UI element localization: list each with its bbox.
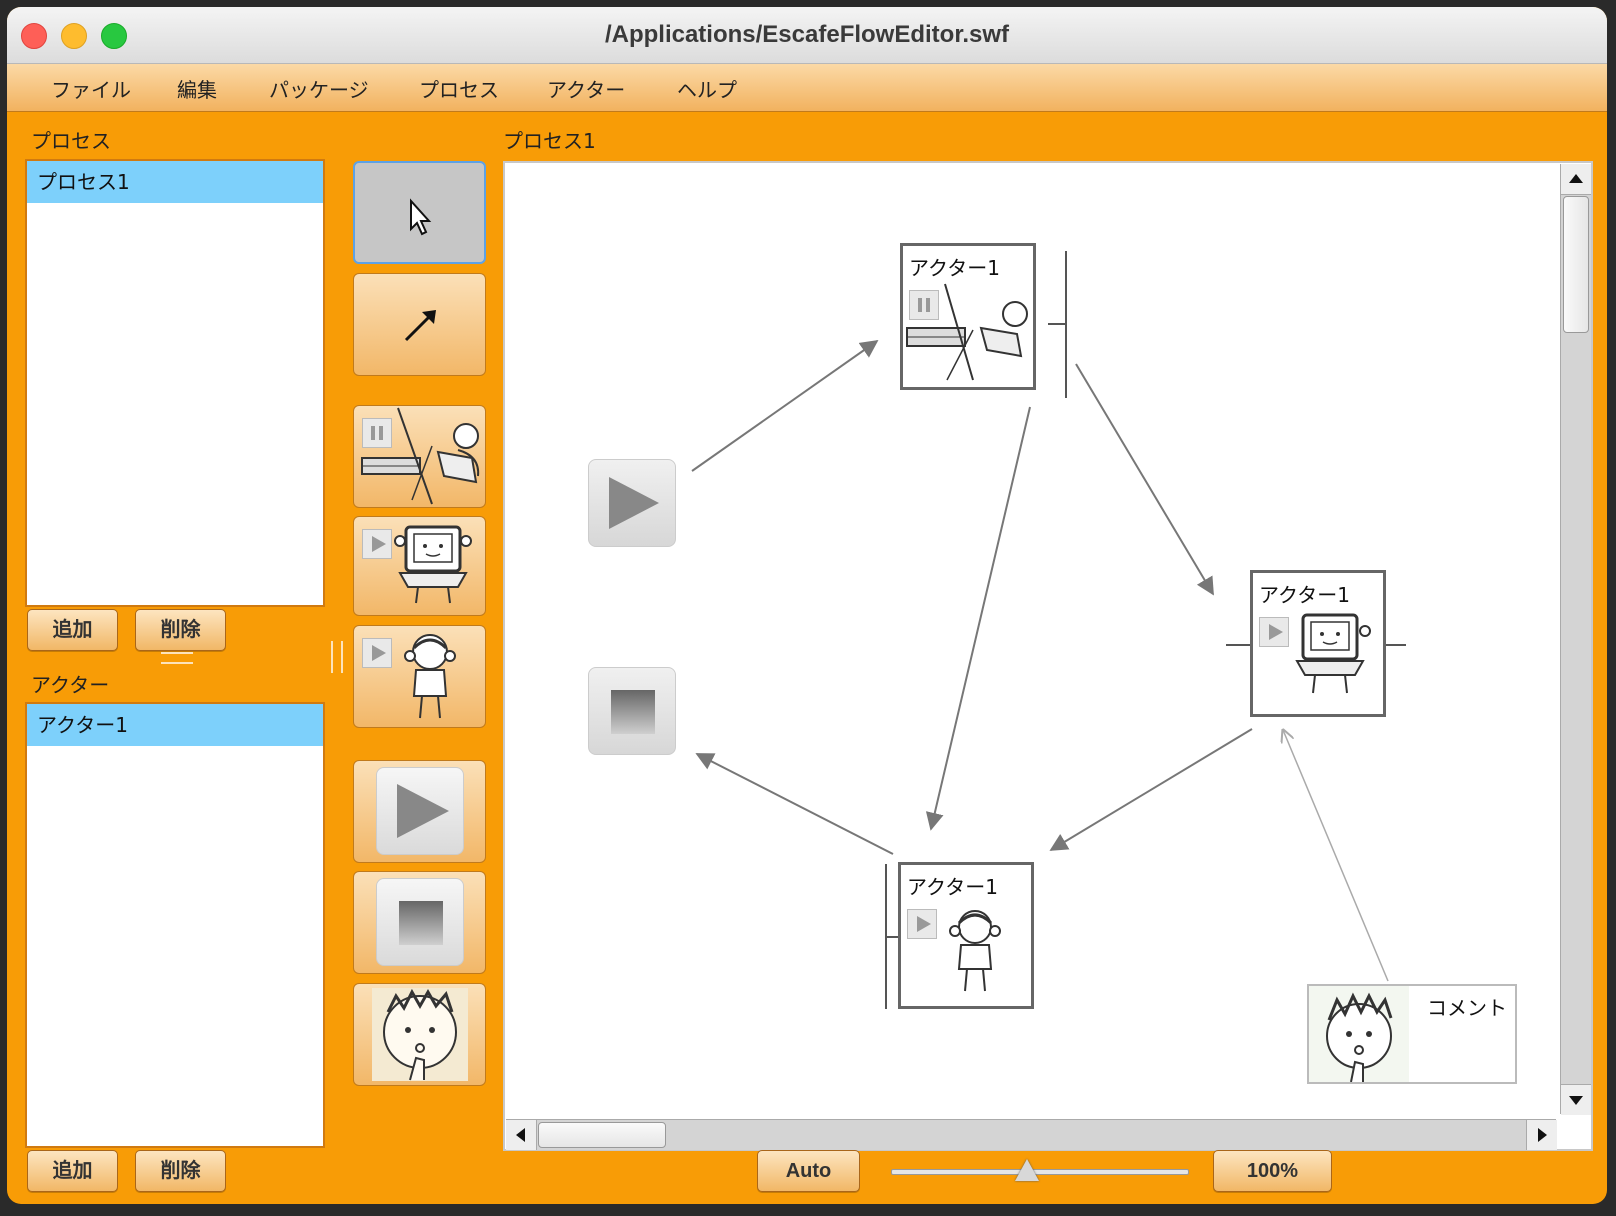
app-window: /Applications/EscafeFlowEditor.swf ファイル … (7, 7, 1607, 1204)
add-actor-button[interactable]: 追加 (27, 1150, 118, 1192)
stop-square-icon (611, 690, 655, 734)
computer-character-icon (1295, 613, 1371, 694)
zoom-level-button[interactable]: 100% (1213, 1150, 1332, 1192)
play-icon (609, 477, 659, 529)
delete-process-button[interactable]: 削除 (135, 609, 226, 651)
server-illustration-icon (361, 407, 480, 505)
process-list[interactable]: プロセス1 (25, 159, 325, 607)
comment-character-icon (372, 988, 468, 1081)
vertical-scrollbar[interactable] (1560, 164, 1591, 1115)
stop-tool-button[interactable] (353, 871, 486, 974)
horizontal-scroll-thumb[interactable] (538, 1122, 666, 1148)
menu-help[interactable]: ヘルプ (677, 74, 737, 103)
scroll-down-arrow-icon[interactable] (1561, 1084, 1591, 1115)
scroll-right-arrow-icon[interactable] (1526, 1120, 1557, 1150)
comment-character-icon (1309, 986, 1409, 1082)
menu-package[interactable]: パッケージ (269, 74, 369, 103)
horizontal-splitter-handle[interactable] (331, 641, 343, 673)
server-actor-tool-button[interactable] (353, 405, 486, 508)
horizontal-scrollbar[interactable] (506, 1119, 1557, 1150)
delete-actor-button[interactable]: 削除 (135, 1150, 226, 1192)
connector-computer-to-person[interactable] (1049, 728, 1253, 851)
stop-node[interactable] (588, 667, 676, 755)
menu-actor[interactable]: アクター (547, 74, 625, 103)
menu-process[interactable]: プロセス (419, 74, 499, 103)
select-tool-button[interactable] (353, 161, 486, 264)
arrow-icon (404, 310, 436, 342)
actor-list-item[interactable]: アクター1 (27, 704, 323, 746)
actor-node-computer[interactable]: アクター1 (1250, 570, 1386, 717)
window-title: /Applications/EscafeFlowEditor.swf (604, 21, 1010, 48)
person-character-icon (949, 910, 1001, 992)
actor-list[interactable]: アクター1 (25, 702, 325, 1148)
vertical-splitter-handle[interactable] (161, 652, 193, 664)
start-icon (376, 767, 464, 855)
menu-bar: ファイル 編集 パッケージ プロセス アクター ヘルプ (7, 64, 1607, 112)
connector-start-to-server[interactable] (691, 339, 879, 472)
zoom-slider-thumb[interactable] (1015, 1159, 1040, 1181)
scroll-left-arrow-icon[interactable] (506, 1120, 537, 1150)
vertical-scroll-thumb[interactable] (1563, 196, 1589, 333)
menu-edit[interactable]: 編集 (177, 74, 217, 103)
actor-list-heading: アクター (31, 673, 110, 697)
title-bar: /Applications/EscafeFlowEditor.swf (7, 7, 1607, 64)
computer-character-icon (394, 525, 472, 604)
pointer-icon (410, 198, 432, 236)
actor-node-server[interactable]: アクター1 (900, 243, 1036, 390)
stop-icon (376, 878, 464, 966)
add-process-button[interactable]: 追加 (27, 609, 118, 651)
comment-text: コメント (1427, 996, 1507, 1020)
connector-person-to-stop[interactable] (695, 753, 894, 855)
scroll-up-arrow-icon[interactable] (1561, 164, 1591, 195)
zoom-slider-track[interactable] (891, 1169, 1189, 1175)
start-tool-button[interactable] (353, 760, 486, 863)
comment-node[interactable]: コメント (1307, 984, 1517, 1084)
process-list-item[interactable]: プロセス1 (27, 161, 323, 203)
computer-actor-tool-button[interactable] (353, 516, 486, 616)
person-actor-tool-button[interactable] (353, 625, 486, 728)
server-illustration-icon (906, 283, 1028, 381)
process-list-heading: プロセス (31, 129, 111, 153)
connector-server-to-computer[interactable] (1075, 363, 1214, 596)
connector-comment-to-computer[interactable] (1283, 730, 1389, 982)
comment-tool-button[interactable] (353, 983, 486, 1086)
person-character-icon (404, 634, 456, 719)
actor-node-person[interactable]: アクター1 (898, 862, 1034, 1009)
connect-tool-button[interactable] (353, 273, 486, 376)
connector-server-to-person[interactable] (925, 406, 1031, 831)
start-node[interactable] (588, 459, 676, 547)
auto-layout-button[interactable]: Auto (757, 1150, 860, 1192)
canvas-title: プロセス1 (503, 129, 596, 153)
menu-file[interactable]: ファイル (51, 74, 131, 103)
